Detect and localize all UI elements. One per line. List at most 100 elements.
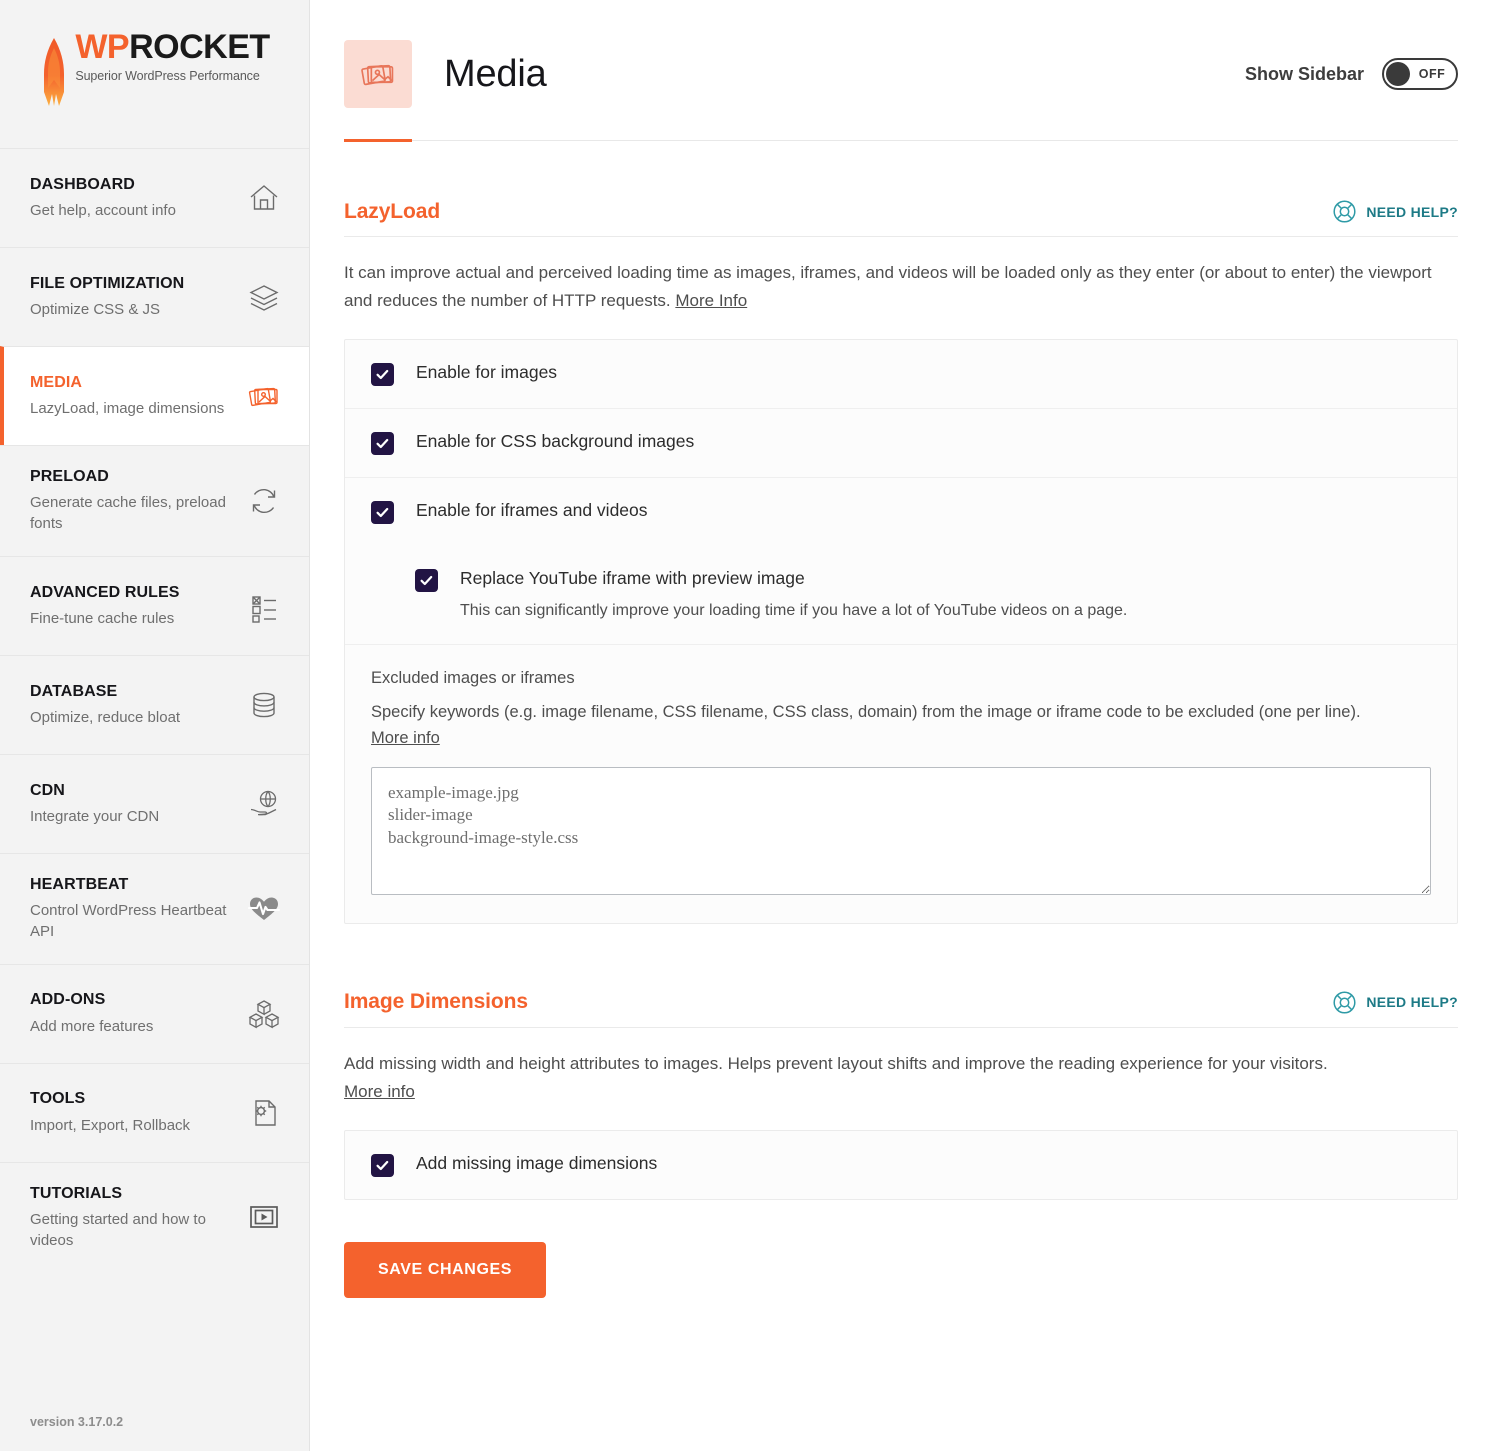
sidebar-nav: DASHBOARD Get help, account info FILE OP… — [0, 148, 309, 1272]
sidebar-item-desc: Fine-tune cache rules — [30, 609, 175, 627]
image-dimensions-section: Image Dimensions NEED HELP? Add missing … — [344, 990, 1458, 1298]
sidebar-item-cdn[interactable]: CDN Integrate your CDN — [0, 753, 309, 853]
lazyload-options-card: Enable for images Enable for CSS backgro… — [344, 339, 1458, 924]
checkbox-add-missing-dimensions[interactable] — [371, 1153, 394, 1177]
excluded-field-help-text: Specify keywords (e.g. image filename, C… — [371, 703, 1361, 722]
lazyload-section-header: LazyLoad NEED HELP? — [344, 199, 1458, 237]
logo: WPROCKET Superior WordPress Performance — [0, 0, 309, 148]
sidebar-item-tools[interactable]: TOOLS Import, Export, Rollback — [0, 1062, 309, 1162]
sidebar-item-database[interactable]: DATABASE Optimize, reduce bloat — [0, 654, 309, 754]
option-label: Enable for iframes and videos — [416, 500, 648, 521]
sidebar-item-title: PRELOAD — [30, 468, 109, 485]
need-help-link[interactable]: NEED HELP? — [1332, 990, 1458, 1015]
section-title: LazyLoad — [344, 199, 441, 223]
option-add-missing-dimensions[interactable]: Add missing image dimensions — [345, 1131, 1457, 1199]
option-label: Enable for images — [416, 362, 558, 383]
sidebar-item-title: CDN — [30, 781, 65, 799]
lazyload-more-info-link[interactable]: More Info — [675, 291, 747, 310]
checkbox-enable-images[interactable] — [371, 363, 394, 387]
toggle-state-label: OFF — [1418, 67, 1446, 81]
sidebar-version: version 3.17.0.2 — [30, 1415, 124, 1429]
save-changes-button[interactable]: SAVE CHANGES — [344, 1241, 547, 1298]
lifebuoy-icon — [1332, 990, 1357, 1015]
sidebar-item-advanced-rules[interactable]: ADVANCED RULES Fine-tune cache rules — [0, 555, 309, 655]
option-label: Enable for CSS background images — [416, 431, 695, 452]
app-root: WPROCKET Superior WordPress Performance … — [0, 0, 1500, 1451]
globe-hand-icon — [243, 786, 285, 822]
option-description: This can significantly improve your load… — [460, 602, 1128, 620]
sidebar-item-desc: Optimize CSS & JS — [30, 300, 161, 318]
logo-wp-text: WP — [75, 28, 130, 66]
sidebar-item-desc: Import, Export, Rollback — [30, 1116, 191, 1134]
excluded-images-textarea[interactable] — [371, 766, 1431, 895]
sidebar-item-preload[interactable]: PRELOAD Generate cache files, preload fo… — [0, 445, 309, 556]
main-content: Media Show Sidebar OFF LazyLoad NEED HEL… — [310, 0, 1500, 1451]
excluded-images-field: Excluded images or iframes Specify keywo… — [345, 644, 1457, 922]
file-gear-icon — [243, 1095, 285, 1131]
sidebar: WPROCKET Superior WordPress Performance … — [0, 0, 310, 1451]
sidebar-item-title: ADVANCED RULES — [30, 583, 180, 601]
page-header: Media Show Sidebar OFF — [344, 0, 1458, 140]
sidebar-item-desc: Optimize, reduce bloat — [30, 708, 181, 726]
need-help-label: NEED HELP? — [1366, 994, 1458, 1011]
sidebar-item-title: DATABASE — [30, 682, 118, 700]
page-tab-indicator — [344, 139, 1458, 142]
sidebar-item-desc: LazyLoad, image dimensions — [30, 399, 225, 417]
logo-rocket-text: ROCKET — [129, 28, 270, 66]
option-enable-css-backgrounds[interactable]: Enable for CSS background images — [345, 408, 1457, 477]
cubes-icon — [243, 996, 285, 1032]
lazyload-description: It can improve actual and perceived load… — [344, 259, 1458, 315]
image-dimensions-description-text: Add missing width and height attributes … — [344, 1053, 1328, 1073]
sidebar-item-title: HEARTBEAT — [30, 875, 129, 893]
need-help-link[interactable]: NEED HELP? — [1332, 199, 1458, 224]
logo-tagline: Superior WordPress Performance — [75, 69, 260, 83]
image-dimensions-description: Add missing width and height attributes … — [344, 1050, 1458, 1106]
image-dimensions-options-card: Add missing image dimensions — [344, 1129, 1458, 1200]
layers-icon — [243, 279, 285, 315]
photos-icon — [344, 40, 412, 108]
section-title: Image Dimensions — [344, 990, 528, 1014]
header-controls: Show Sidebar OFF — [1245, 58, 1458, 90]
sidebar-item-dashboard[interactable]: DASHBOARD Get help, account info — [0, 148, 309, 247]
sidebar-item-title: MEDIA — [30, 373, 83, 391]
show-sidebar-toggle[interactable]: OFF — [1382, 58, 1458, 90]
sidebar-item-desc: Getting started and how to videos — [30, 1210, 206, 1250]
sidebar-item-desc: Generate cache files, preload fonts — [30, 494, 226, 533]
option-enable-images[interactable]: Enable for images — [345, 340, 1457, 408]
sidebar-item-title: TUTORIALS — [30, 1184, 123, 1202]
lifebuoy-icon — [1332, 199, 1357, 224]
sidebar-item-desc: Integrate your CDN — [30, 807, 160, 825]
heartbeat-icon — [243, 891, 285, 927]
sidebar-item-tutorials[interactable]: TUTORIALS Getting started and how to vid… — [0, 1161, 309, 1273]
refresh-icon — [243, 483, 285, 519]
show-sidebar-label: Show Sidebar — [1244, 63, 1364, 84]
photos-icon — [243, 378, 285, 414]
need-help-label: NEED HELP? — [1366, 203, 1458, 220]
option-replace-youtube-iframe[interactable]: Replace YouTube iframe with preview imag… — [345, 546, 1457, 644]
option-label: Add missing image dimensions — [416, 1152, 658, 1173]
checkbox-replace-youtube-iframe[interactable] — [415, 569, 438, 593]
sidebar-item-title: FILE OPTIMIZATION — [30, 274, 185, 292]
checklist-icon — [243, 588, 285, 624]
sidebar-item-file-optimization[interactable]: FILE OPTIMIZATION Optimize CSS & JS — [0, 247, 309, 346]
rocket-logo-icon — [39, 36, 69, 110]
lazyload-description-text: It can improve actual and perceived load… — [344, 263, 1432, 311]
sidebar-item-title: DASHBOARD — [30, 175, 135, 193]
lazyload-section: LazyLoad NEED HELP? It can improve actua… — [344, 199, 1458, 924]
sidebar-item-heartbeat[interactable]: HEARTBEAT Control WordPress Heartbeat AP… — [0, 852, 309, 964]
sidebar-item-desc: Add more features — [30, 1017, 154, 1035]
checkbox-enable-iframes-videos[interactable] — [371, 501, 394, 525]
sidebar-item-desc: Get help, account info — [30, 201, 176, 219]
image-dimensions-more-info-link[interactable]: More info — [344, 1082, 415, 1101]
sidebar-item-media[interactable]: MEDIA LazyLoad, image dimensions — [0, 346, 309, 445]
option-label: Replace YouTube iframe with preview imag… — [460, 568, 805, 589]
excluded-more-info-link[interactable]: More info — [371, 726, 440, 752]
option-enable-iframes-videos[interactable]: Enable for iframes and videos — [345, 477, 1457, 546]
excluded-field-label: Excluded images or iframes — [371, 669, 575, 688]
home-icon — [243, 180, 285, 216]
sidebar-item-add-ons[interactable]: ADD-ONS Add more features — [0, 963, 309, 1063]
database-icon — [243, 687, 285, 723]
excluded-field-help: Specify keywords (e.g. image filename, C… — [371, 700, 1431, 751]
checkbox-enable-css-backgrounds[interactable] — [371, 432, 394, 456]
